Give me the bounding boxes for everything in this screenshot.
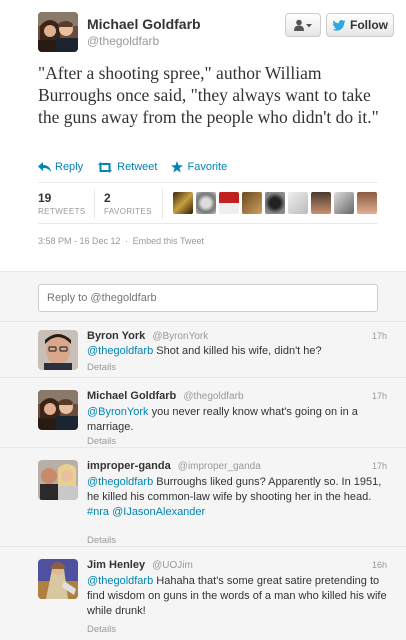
retweets-count: 19 xyxy=(38,191,52,205)
follow-button[interactable]: Follow xyxy=(326,13,394,37)
user-actions-button[interactable] xyxy=(285,13,321,37)
tweet-text: "After a shooting spree," author William… xyxy=(38,63,379,127)
reply-author-name[interactable]: Byron York xyxy=(87,330,145,342)
retweeter-avatar[interactable] xyxy=(357,192,377,214)
mention-link[interactable]: @IJasonAlexander xyxy=(112,506,205,518)
reply-text: @thegoldfarb Hahaha that's some great sa… xyxy=(87,574,387,619)
reply-avatar[interactable] xyxy=(38,390,78,430)
reply-body: Shot and killed his wife, didn't he? xyxy=(153,345,322,357)
favorite-label: Favorite xyxy=(187,161,228,173)
tweet-actions: Reply Retweet Favorite xyxy=(38,161,227,173)
retweeter-avatar[interactable] xyxy=(173,192,193,214)
reply-item[interactable]: Byron York @ByronYork 17h @thegoldfarb S… xyxy=(0,322,406,378)
author-avatar[interactable] xyxy=(38,12,78,52)
tweet-meta: 3:58 PM - 16 Dec 12 · Embed this Tweet xyxy=(38,236,206,246)
retweeter-avatar[interactable] xyxy=(265,192,285,214)
reply-avatar[interactable] xyxy=(38,460,78,500)
author-name[interactable]: Michael Goldfarb xyxy=(87,16,201,32)
mention-link[interactable]: @ByronYork xyxy=(87,406,149,418)
reply-text: @thegoldfarb Shot and killed his wife, d… xyxy=(87,344,387,359)
favorites-count: 2 xyxy=(104,191,111,205)
tweet-stats: 19 RETWEETS 2 FAVORITES xyxy=(38,182,378,224)
favorite-action[interactable]: Favorite xyxy=(171,161,227,173)
embed-link[interactable]: Embed this Tweet xyxy=(133,236,204,246)
reply-action[interactable]: Reply xyxy=(38,161,83,173)
hashtag-link[interactable]: #nra xyxy=(87,506,109,518)
reply-avatar[interactable] xyxy=(38,330,78,370)
retweeter-avatar[interactable] xyxy=(311,192,331,214)
retweeter-avatar[interactable] xyxy=(334,192,354,214)
reply-details-link[interactable]: Details xyxy=(87,535,116,546)
reply-details-link[interactable]: Details xyxy=(87,436,116,447)
retweeter-avatar[interactable] xyxy=(288,192,308,214)
reply-item[interactable]: Michael Goldfarb @thegoldfarb 17h @Byron… xyxy=(0,378,406,448)
mention-link[interactable]: @thegoldfarb xyxy=(87,345,153,357)
tweet-timestamp[interactable]: 3:58 PM - 16 Dec 12 xyxy=(38,236,121,246)
retweeter-avatars xyxy=(173,192,377,214)
retweets-label: RETWEETS xyxy=(38,207,86,216)
reply-item[interactable]: improper-ganda @improper_ganda 17h @theg… xyxy=(0,448,406,547)
favorites-label: FAVORITES xyxy=(104,207,152,216)
stat-divider xyxy=(162,189,163,219)
retweeter-avatar[interactable] xyxy=(219,192,239,214)
reply-time[interactable]: 16h xyxy=(372,560,387,570)
retweeter-avatar[interactable] xyxy=(196,192,216,214)
reply-item[interactable]: Jim Henley @UOJim 16h @thegoldfarb Hahah… xyxy=(0,547,406,640)
star-icon xyxy=(171,161,184,173)
twitter-bird-icon xyxy=(332,19,346,31)
retweeter-avatar[interactable] xyxy=(242,192,262,214)
user-dropdown-icon xyxy=(294,19,312,31)
reply-text: @ByronYork you never really know what's … xyxy=(87,405,387,435)
favorites-stat[interactable]: 2 FAVORITES xyxy=(104,191,152,216)
retweet-icon xyxy=(98,161,113,173)
reply-icon xyxy=(38,161,51,172)
reply-time[interactable]: 17h xyxy=(372,461,387,471)
main-tweet: Michael Goldfarb @thegoldfarb Follow "Af… xyxy=(0,0,406,272)
reply-author-name[interactable]: Michael Goldfarb xyxy=(87,390,176,402)
reply-input[interactable] xyxy=(38,284,378,312)
mention-link[interactable]: @thegoldfarb xyxy=(87,476,153,488)
retweet-label: Retweet xyxy=(117,161,158,173)
reply-label: Reply xyxy=(55,161,84,173)
reply-author-name[interactable]: Jim Henley xyxy=(87,559,145,571)
reply-author-handle[interactable]: @UOJim xyxy=(152,560,193,571)
follow-label: Follow xyxy=(350,18,388,32)
reply-details-link[interactable]: Details xyxy=(87,624,116,635)
meta-separator: · xyxy=(125,236,129,246)
reply-details-link[interactable]: Details xyxy=(87,362,116,373)
reply-time[interactable]: 17h xyxy=(372,391,387,401)
reply-author-handle[interactable]: @thegoldfarb xyxy=(183,391,243,402)
reply-text: @thegoldfarb Burroughs liked guns? Appar… xyxy=(87,475,387,520)
author-handle[interactable]: @thegoldfarb xyxy=(87,34,159,48)
reply-time[interactable]: 17h xyxy=(372,331,387,341)
retweet-action[interactable]: Retweet xyxy=(97,161,157,173)
stat-divider xyxy=(94,189,95,219)
reply-area xyxy=(0,272,406,322)
reply-avatar[interactable] xyxy=(38,559,78,599)
retweets-stat[interactable]: 19 RETWEETS xyxy=(38,191,86,216)
reply-author-name[interactable]: improper-ganda xyxy=(87,460,171,472)
reply-author-handle[interactable]: @improper_ganda xyxy=(178,461,261,472)
mention-link[interactable]: @thegoldfarb xyxy=(87,575,153,587)
reply-list: Byron York @ByronYork 17h @thegoldfarb S… xyxy=(0,322,406,640)
reply-author-handle[interactable]: @ByronYork xyxy=(152,331,208,342)
